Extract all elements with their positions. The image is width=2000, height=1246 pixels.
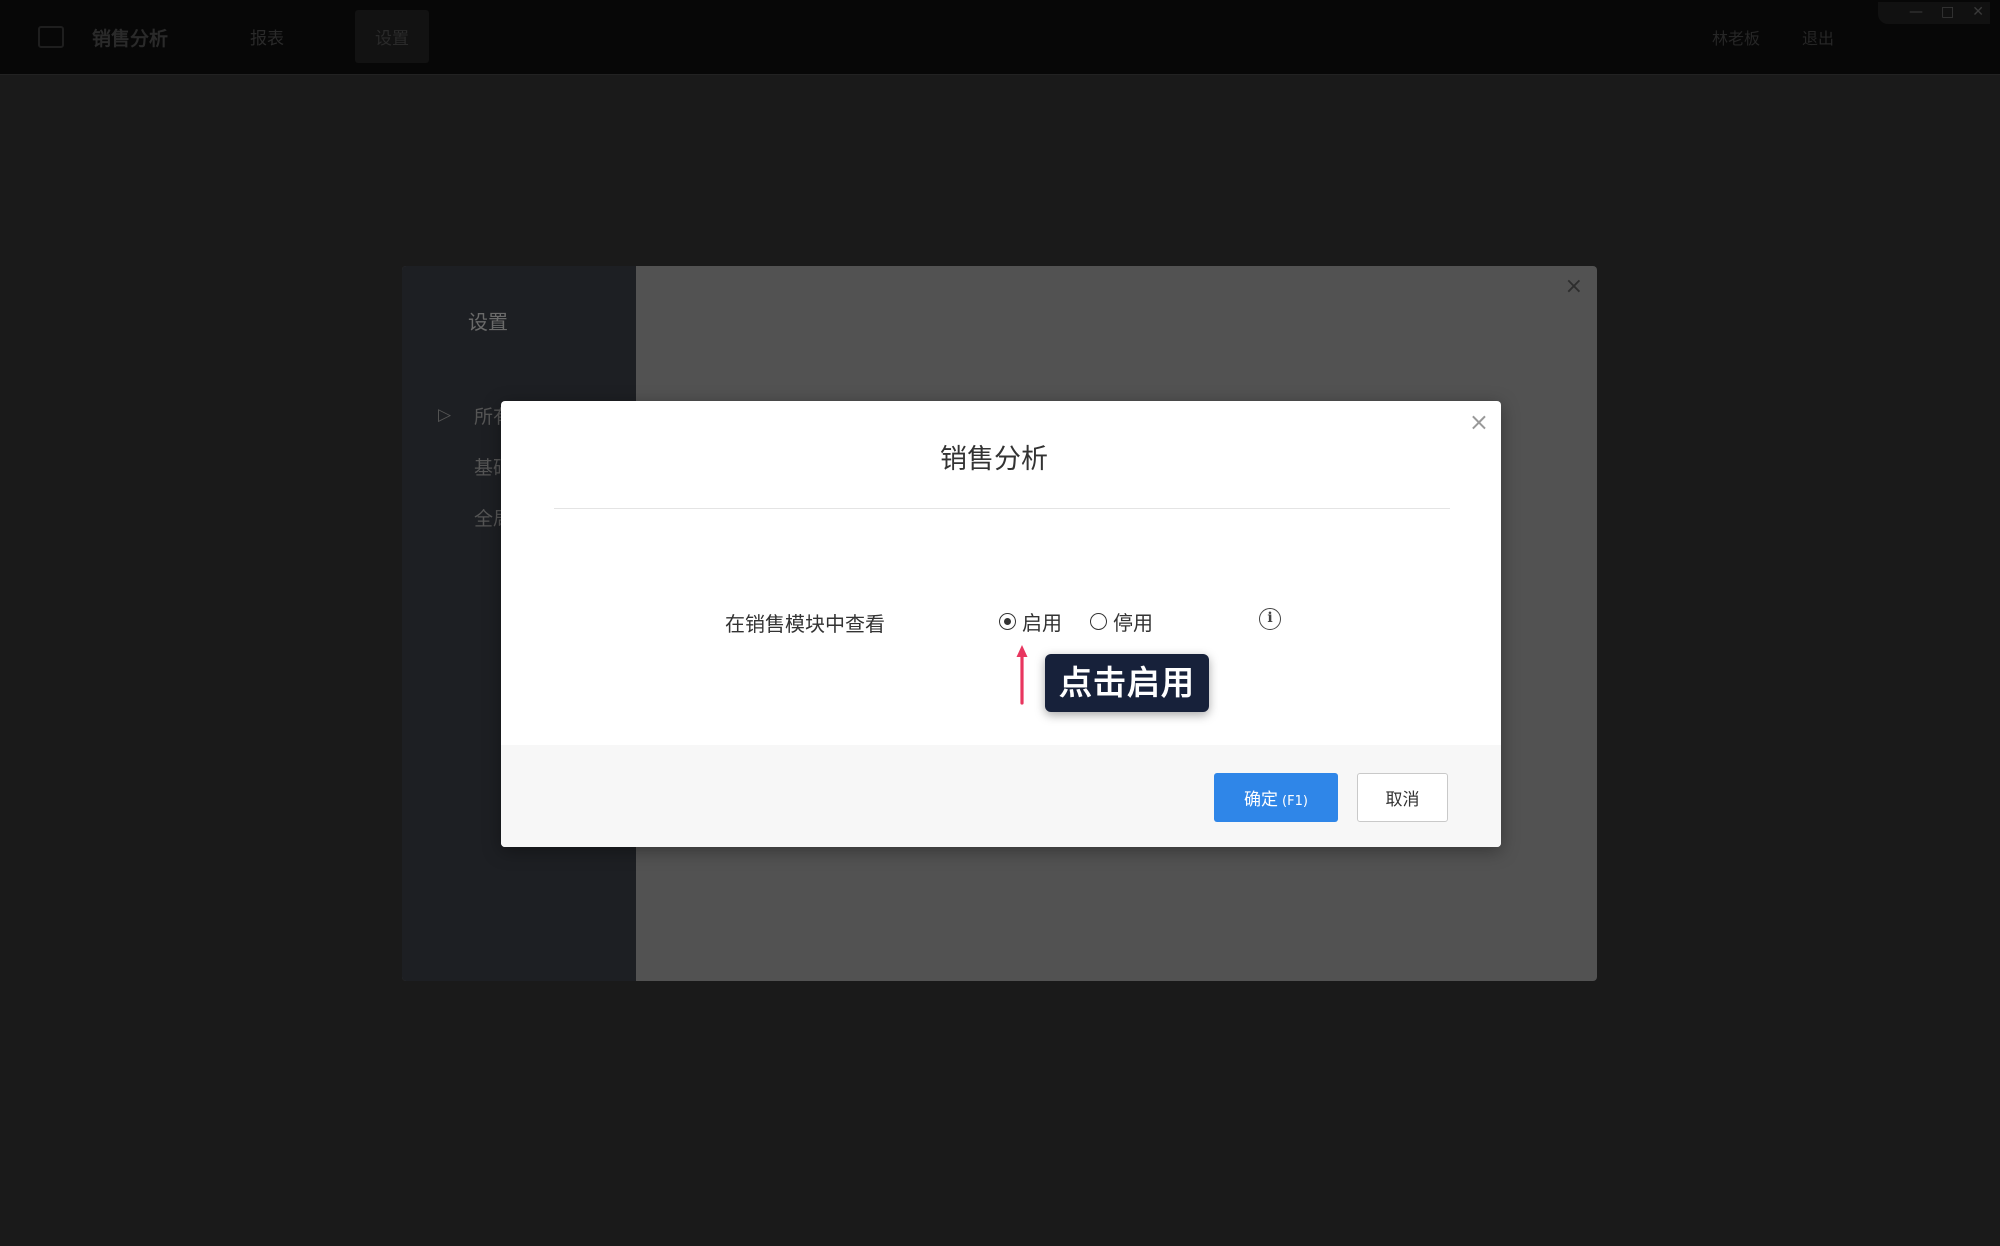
hint-arrow-icon: [1016, 645, 1028, 705]
radio-enable-label: 启用: [1022, 611, 1062, 635]
hint-tooltip: 点击启用: [1045, 654, 1209, 712]
expand-arrow-icon[interactable]: ▷: [438, 405, 451, 425]
radio-unchecked-icon[interactable]: [1090, 613, 1107, 630]
radio-checked-icon[interactable]: [999, 613, 1016, 630]
app-topbar: 销售分析 报表 设置 林老板 退出 — □ ✕: [0, 0, 2000, 75]
window-close-icon[interactable]: ✕: [1972, 2, 1984, 24]
nav-item-reports[interactable]: 报表: [250, 24, 284, 49]
sales-analysis-dialog: × 销售分析 在销售模块中查看 启用 停用 i 点击启用 确定 (F1) 取消: [501, 401, 1501, 847]
close-icon[interactable]: ×: [1469, 409, 1489, 435]
title-divider: [554, 508, 1450, 509]
radio-disable[interactable]: 停用: [1090, 607, 1153, 636]
confirm-button-label: 确定: [1244, 790, 1279, 810]
maximize-icon[interactable]: □: [1941, 2, 1954, 24]
info-icon[interactable]: i: [1259, 608, 1281, 630]
dialog-footer: 确定 (F1) 取消: [501, 745, 1501, 847]
app-title: 销售分析: [92, 28, 169, 50]
app-logo-icon: [38, 26, 64, 48]
confirm-hotkey: (F1): [1282, 794, 1308, 809]
user-name[interactable]: 林老板: [1712, 25, 1760, 49]
settings-close-icon[interactable]: ×: [1565, 274, 1583, 299]
window-controls: — □ ✕: [1878, 2, 1990, 24]
view-in-sales-label: 在销售模块中查看: [725, 612, 885, 636]
radio-disable-label: 停用: [1113, 611, 1153, 635]
cancel-button[interactable]: 取消: [1357, 773, 1448, 822]
logout-link[interactable]: 退出: [1802, 25, 1834, 49]
nav-item-settings[interactable]: 设置: [355, 10, 429, 63]
settings-title: 设置: [468, 310, 508, 334]
dialog-title: 销售分析: [940, 444, 1048, 475]
confirm-button[interactable]: 确定 (F1): [1214, 773, 1338, 822]
radio-enable[interactable]: 启用: [999, 607, 1062, 636]
minimize-icon[interactable]: —: [1909, 2, 1923, 24]
